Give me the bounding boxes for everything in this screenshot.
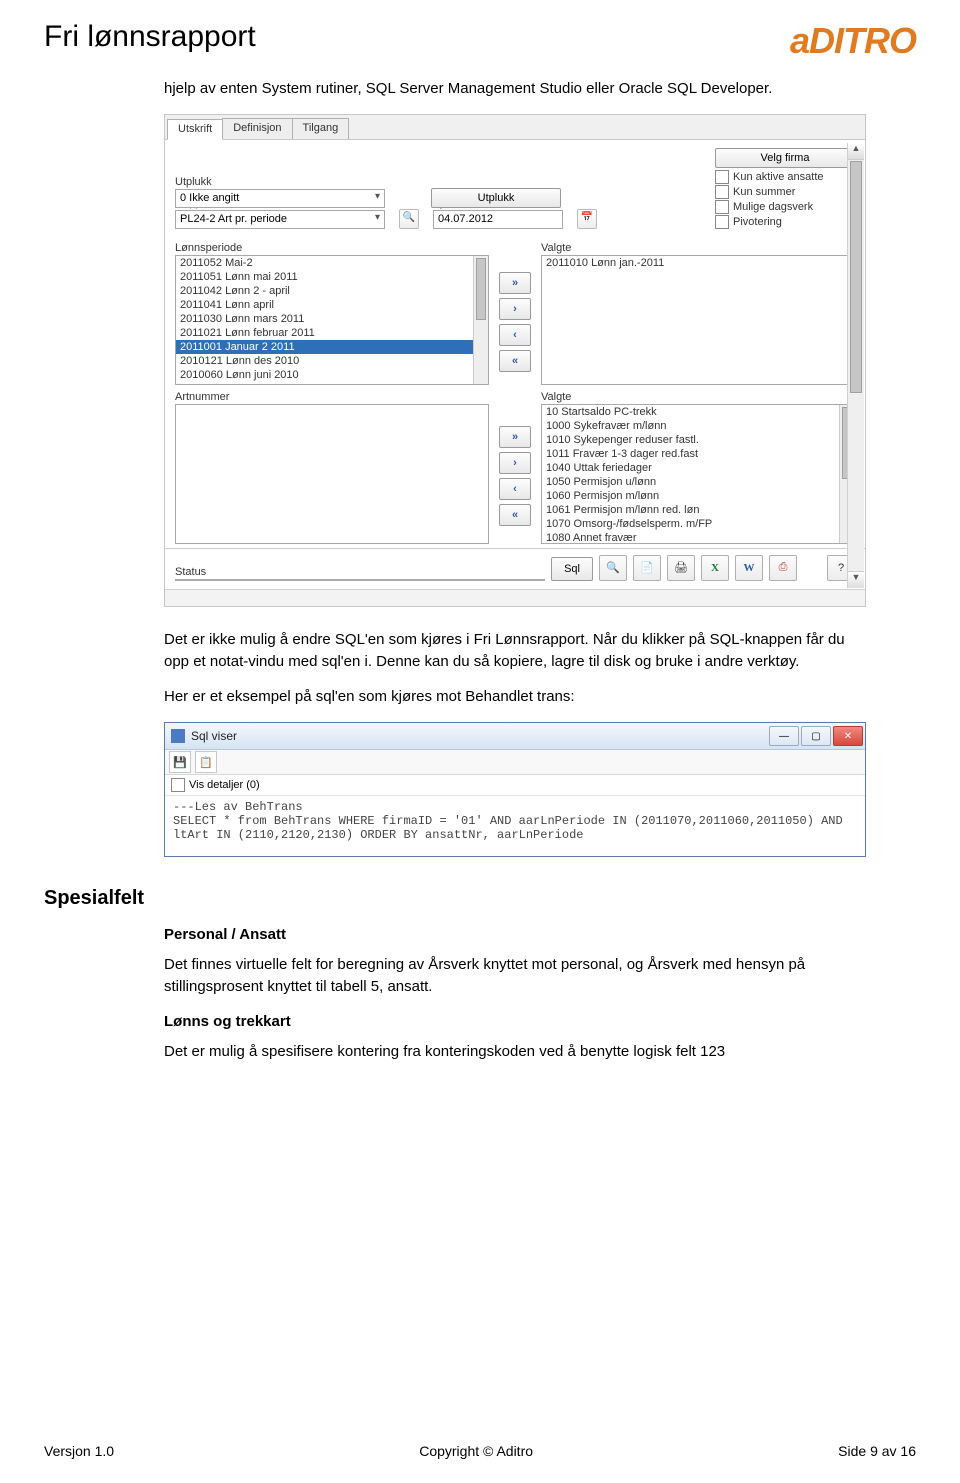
list-item[interactable]: 2010121 Lønn des 2010 xyxy=(176,354,488,368)
minimize-button[interactable]: — xyxy=(769,726,799,746)
paragraph-2: Her er et eksempel på sql'en som kjøres … xyxy=(164,686,866,708)
brand-logo: aDITRO xyxy=(790,20,916,62)
report-form-window: Utskrift Definisjon Tilgang RapportID 🔍 … xyxy=(164,114,866,607)
page-title: Fri lønnsrapport xyxy=(44,20,256,54)
intro-text: hjelp av enten System rutiner, SQL Serve… xyxy=(164,78,866,100)
move-all-right-button[interactable]: » xyxy=(499,272,531,294)
status-label: Status xyxy=(175,566,545,578)
list-item[interactable]: 1060 Permisjon m/lønn xyxy=(542,489,854,503)
checkbox-kun-summer[interactable]: Kun summer xyxy=(715,185,855,199)
sql-text: ---Les av BehTrans SELECT * from BehTran… xyxy=(165,796,865,856)
checkbox-kun-summer-label: Kun summer xyxy=(733,186,795,198)
print-icon[interactable]: 🖨 xyxy=(667,555,695,581)
sub-heading-2: Lønns og trekkart xyxy=(164,1011,866,1033)
list-item[interactable]: 10 Startsaldo PC-trekk xyxy=(542,405,854,419)
velg-firma-button[interactable]: Velg firma xyxy=(715,148,855,168)
footer-version: Versjon 1.0 xyxy=(44,1443,114,1459)
list-item[interactable]: 1011 Fravær 1-3 dager red.fast xyxy=(542,447,854,461)
list-item[interactable]: 1040 Uttak feriedager xyxy=(542,461,854,475)
tab-strip: Utskrift Definisjon Tilgang xyxy=(165,115,865,140)
window-scrollbar[interactable]: ▲ ▼ xyxy=(847,143,864,588)
valgte-label: Valgte xyxy=(541,242,855,254)
sub-body-2: Det er mulig å spesifisere kontering fra… xyxy=(164,1041,866,1063)
valgte-periode-list[interactable]: 2011010 Lønn jan.-2011 xyxy=(541,255,855,385)
valgte-label-2: Valgte xyxy=(541,391,855,403)
move-right-button[interactable]: › xyxy=(499,298,531,320)
list-item[interactable]: 1070 Omsorg-/fødselsperm. m/FP xyxy=(542,517,854,531)
checkbox-mulige-dagsverk-label: Mulige dagsverk xyxy=(733,201,813,213)
move-all-left-button[interactable]: « xyxy=(499,504,531,526)
valgte-artnummer-list[interactable]: 10 Startsaldo PC-trekk1000 Sykefravær m/… xyxy=(541,404,855,544)
rapportid-select[interactable] xyxy=(175,210,385,229)
list-item[interactable]: 2011041 Lønn april xyxy=(176,298,488,312)
search-icon[interactable]: 🔍 xyxy=(399,209,419,229)
move-left-button[interactable]: ‹ xyxy=(499,478,531,500)
copy-icon[interactable]: 📋 xyxy=(195,751,217,773)
sub-heading-1: Personal / Ansatt xyxy=(164,924,866,946)
page-icon[interactable]: 📄 xyxy=(633,555,661,581)
close-button[interactable]: ✕ xyxy=(833,726,863,746)
maximize-button[interactable]: ▢ xyxy=(801,726,831,746)
window-title: Sql viser xyxy=(191,729,769,743)
list-item[interactable]: 1080 Annet fravær xyxy=(542,531,854,544)
move-left-button[interactable]: ‹ xyxy=(499,324,531,346)
list-item[interactable]: 2011052 Mai-2 xyxy=(176,256,488,270)
tab-definisjon[interactable]: Definisjon xyxy=(222,118,292,139)
list-item[interactable]: 2011042 Lønn 2 - april xyxy=(176,284,488,298)
app-icon xyxy=(171,729,185,743)
sql-button[interactable]: Sql xyxy=(551,557,593,581)
status-box xyxy=(175,579,545,581)
footer-page: Side 9 av 16 xyxy=(838,1443,916,1459)
sub-body-1: Det finnes virtuelle felt for beregning … xyxy=(164,954,866,998)
utplukk-button[interactable]: Utplukk xyxy=(431,188,561,208)
list-item[interactable]: 1061 Permisjon m/lønn red. løn xyxy=(542,503,854,517)
tab-utskrift[interactable]: Utskrift xyxy=(167,119,223,140)
list-item[interactable]: 1010 Sykepenger reduser fastl. xyxy=(542,433,854,447)
lonnsperiode-label: Lønnsperiode xyxy=(175,242,489,254)
calendar-icon[interactable]: 📅 xyxy=(577,209,597,229)
list-item[interactable]: 1050 Permisjon u/lønn xyxy=(542,475,854,489)
move-all-right-button[interactable]: » xyxy=(499,426,531,448)
tab-tilgang[interactable]: Tilgang xyxy=(292,118,350,139)
utplukk-select[interactable] xyxy=(175,189,385,208)
checkbox-mulige-dagsverk[interactable]: Mulige dagsverk xyxy=(715,200,855,214)
bottom-strip xyxy=(165,589,865,606)
save-icon[interactable]: 💾 xyxy=(169,751,191,773)
kjoredato-input[interactable] xyxy=(433,210,563,229)
section-heading: Spesialfelt xyxy=(44,887,916,910)
move-all-left-button[interactable]: « xyxy=(499,350,531,372)
details-checkbox[interactable] xyxy=(171,778,185,792)
checkbox-kun-aktive-label: Kun aktive ansatte xyxy=(733,171,824,183)
checkbox-pivotering[interactable]: Pivotering xyxy=(715,215,855,229)
footer-copyright: Copyright © Aditro xyxy=(419,1443,533,1459)
sql-viewer-window: Sql viser — ▢ ✕ 💾 📋 Vis detaljer (0) ---… xyxy=(164,722,866,857)
paragraph-1: Det er ikke mulig å endre SQL'en som kjø… xyxy=(164,629,866,673)
pdf-icon[interactable]: ⎙ xyxy=(769,555,797,581)
list-item[interactable]: 2011030 Lønn mars 2011 xyxy=(176,312,488,326)
move-right-button[interactable]: › xyxy=(499,452,531,474)
excel-icon[interactable]: X xyxy=(701,555,729,581)
checkbox-pivotering-label: Pivotering xyxy=(733,216,782,228)
artnummer-label: Artnummer xyxy=(175,391,489,403)
list-item[interactable]: 2010060 Lønn juni 2010 xyxy=(176,368,488,382)
preview-icon[interactable]: 🔍 xyxy=(599,555,627,581)
lonnsperiode-list[interactable]: 2011052 Mai-22011051 Lønn mai 2011201104… xyxy=(175,255,489,385)
scrollbar[interactable] xyxy=(473,256,488,384)
artnummer-list[interactable] xyxy=(175,404,489,544)
list-item[interactable]: 2011001 Januar 2 2011 xyxy=(176,340,488,354)
list-item[interactable]: 2011010 Lønn jan.-2011 xyxy=(542,256,854,270)
utplukk-label: Utplukk xyxy=(175,176,385,188)
list-item[interactable]: 2011051 Lønn mai 2011 xyxy=(176,270,488,284)
word-icon[interactable]: W xyxy=(735,555,763,581)
checkbox-kun-aktive[interactable]: Kun aktive ansatte xyxy=(715,170,855,184)
details-label: Vis detaljer (0) xyxy=(189,779,260,791)
list-item[interactable]: 1000 Sykefravær m/lønn xyxy=(542,419,854,433)
list-item[interactable]: 2011021 Lønn februar 2011 xyxy=(176,326,488,340)
list-item[interactable]: 2010050 Lønn mai 2010 xyxy=(176,382,488,385)
